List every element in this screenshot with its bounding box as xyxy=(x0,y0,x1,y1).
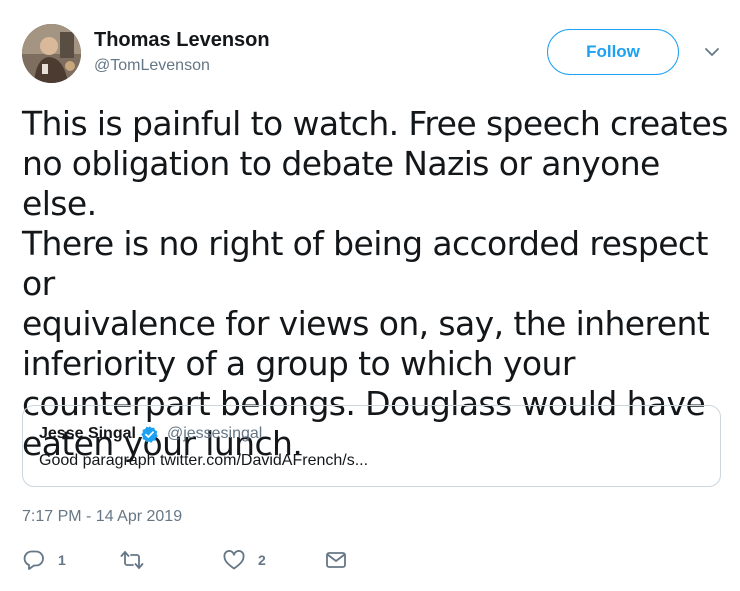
verified-badge-icon xyxy=(141,425,158,443)
author-avatar[interactable] xyxy=(22,24,81,83)
retweet-icon xyxy=(120,551,144,569)
heart-icon xyxy=(223,550,245,570)
quoted-tweet-header: Jesse Singal @jessesingal xyxy=(39,423,704,445)
quoted-tweet-text: Good paragraph twitter.com/DavidAFrench/… xyxy=(39,452,369,469)
tweet-actions: 1 2 xyxy=(22,547,422,573)
reply-button[interactable]: 1 xyxy=(22,547,66,573)
like-count: 2 xyxy=(258,552,266,568)
reply-icon xyxy=(23,550,44,570)
envelope-icon xyxy=(326,552,346,568)
chevron-down-icon[interactable] xyxy=(702,42,722,62)
like-button[interactable]: 2 xyxy=(222,547,266,573)
retweet-button[interactable] xyxy=(120,547,156,573)
quoted-handle: @jessesingal xyxy=(166,425,263,442)
direct-message-button[interactable] xyxy=(324,547,348,573)
follow-button[interactable]: Follow xyxy=(547,29,679,75)
author-names: Thomas Levenson @TomLevenson xyxy=(94,28,270,77)
author-display-name[interactable]: Thomas Levenson xyxy=(94,28,270,52)
quoted-tweet[interactable]: Jesse Singal @jessesingal Good paragraph… xyxy=(22,405,721,487)
tweet-timestamp[interactable]: 7:17 PM - 14 Apr 2019 xyxy=(22,506,182,528)
author-handle[interactable]: @TomLevenson xyxy=(94,55,270,77)
avatar-photo xyxy=(22,24,81,83)
quoted-display-name: Jesse Singal xyxy=(39,425,136,442)
tweet-header: Thomas Levenson @TomLevenson Follow xyxy=(22,22,722,86)
reply-count: 1 xyxy=(58,552,66,568)
